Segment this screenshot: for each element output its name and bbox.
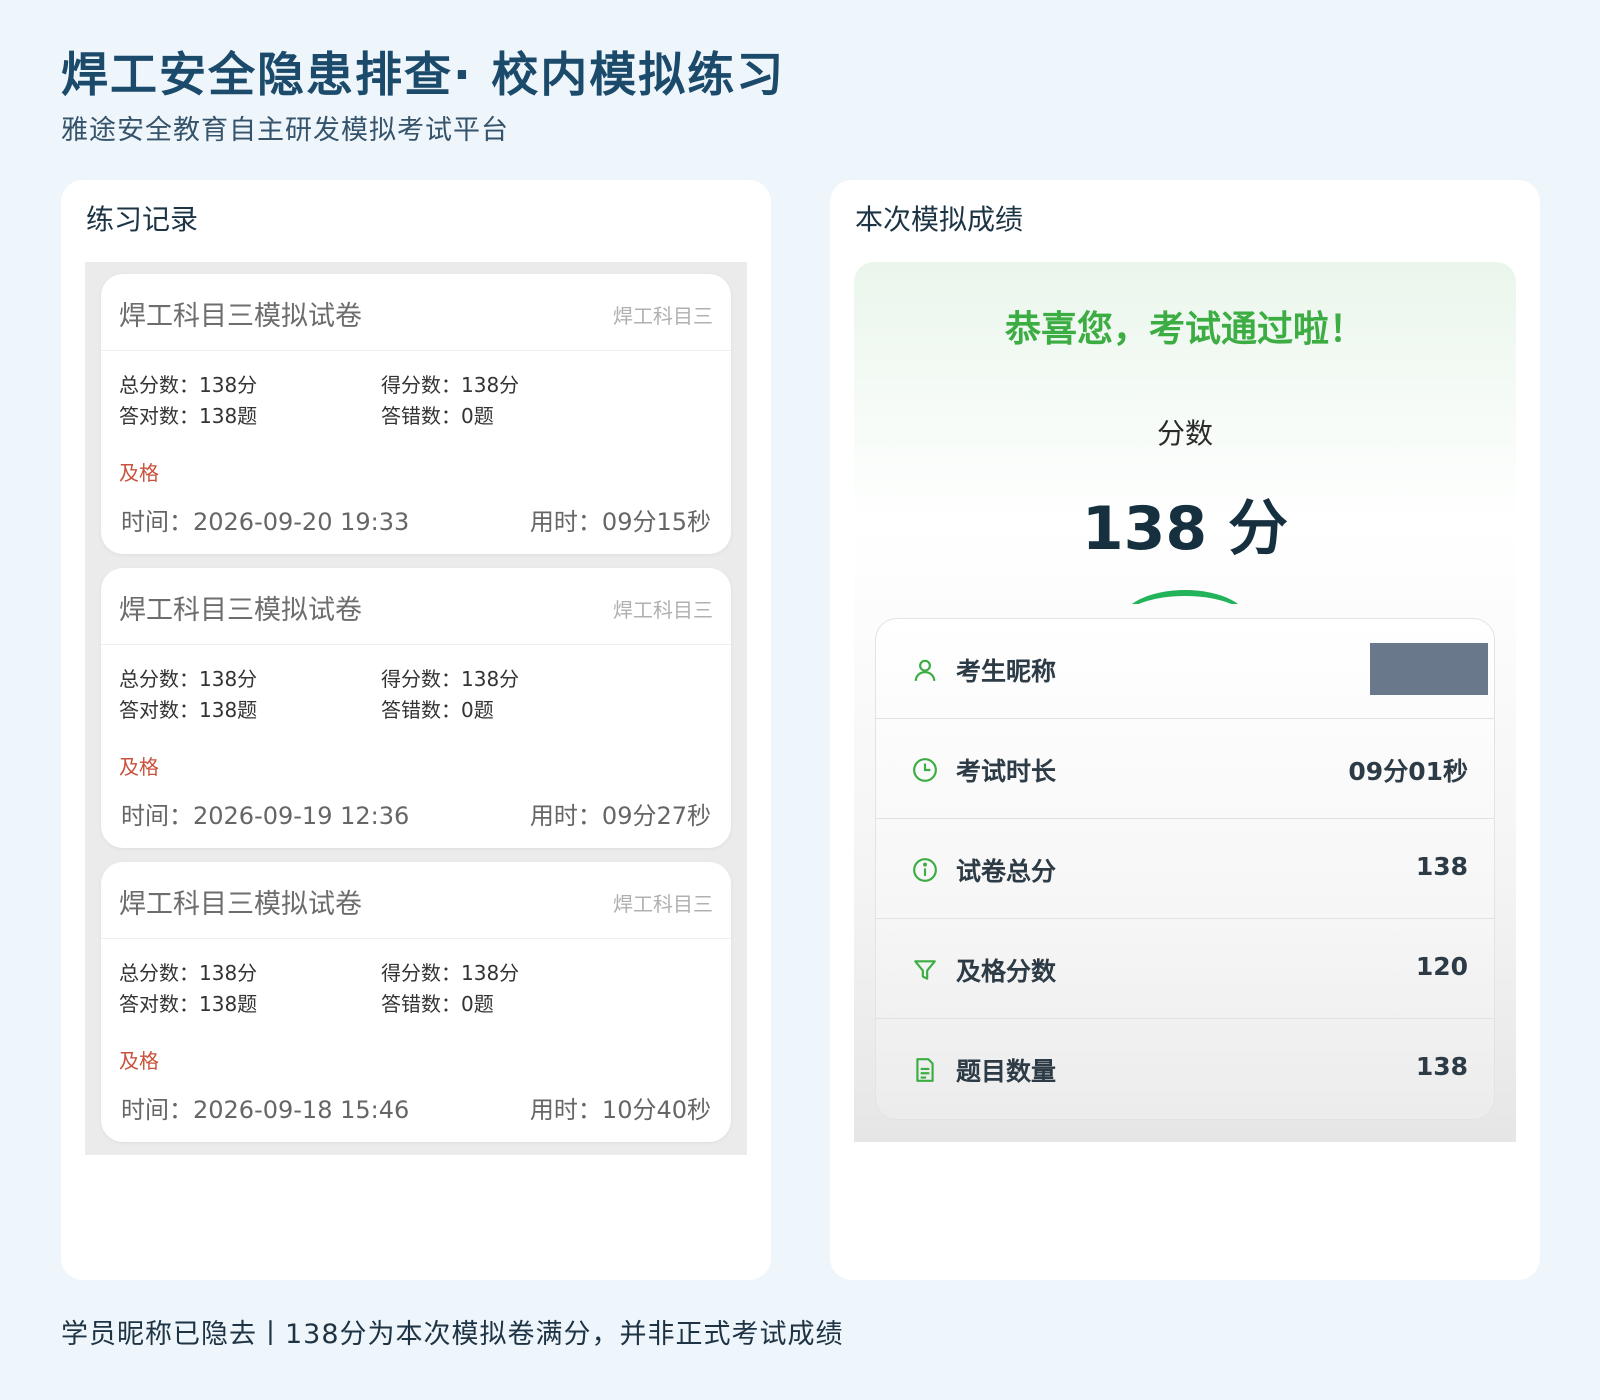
record-paper-title: 焊工科目三模拟试卷 bbox=[119, 301, 362, 332]
info-label: 考试时长 bbox=[956, 757, 1057, 786]
document-icon bbox=[916, 1058, 934, 1082]
record-card[interactable]: 焊工科目三模拟试卷 焊工科目三 总分数：138分 得分数：138分 答对数：13… bbox=[101, 274, 731, 554]
record-time: 时间：2026-09-18 15:46 bbox=[121, 1096, 410, 1124]
record-card-header: 焊工科目三模拟试卷 焊工科目三 bbox=[101, 862, 731, 939]
info-row-total-score: 试卷总分 138 bbox=[876, 819, 1494, 919]
page-title: 焊工安全隐患排查· 校内模拟练习 bbox=[61, 48, 786, 103]
result-screenshot: 恭喜您，考试通过啦！ 分数 138 分 考生昵称 考试时长 09分01秒 试卷总… bbox=[854, 262, 1516, 1142]
record-subject-tag: 焊工科目三 bbox=[613, 304, 713, 328]
info-value: 138 bbox=[1415, 1052, 1468, 1081]
record-obtained-score: 得分数：138分 bbox=[381, 373, 520, 397]
record-subject-tag: 焊工科目三 bbox=[613, 892, 713, 916]
record-duration: 用时：09分27秒 bbox=[529, 802, 711, 830]
result-panel-title: 本次模拟成绩 bbox=[855, 203, 1024, 236]
record-subject-tag: 焊工科目三 bbox=[613, 598, 713, 622]
record-status: 及格 bbox=[119, 461, 159, 485]
user-icon bbox=[914, 659, 936, 681]
info-value: 120 bbox=[1415, 952, 1468, 981]
footer-note: 学员昵称已隐去丨138分为本次模拟卷满分，并非正式考试成绩 bbox=[61, 1319, 844, 1350]
congrats-message: 恭喜您，考试通过啦！ bbox=[1004, 309, 1365, 350]
page-subtitle: 雅途安全教育自主研发模拟考试平台 bbox=[61, 115, 509, 146]
record-time: 时间：2026-09-19 12:36 bbox=[121, 802, 410, 830]
record-total-score: 总分数：138分 bbox=[119, 373, 258, 397]
record-card[interactable]: 焊工科目三模拟试卷 焊工科目三 总分数：138分 得分数：138分 答对数：13… bbox=[101, 862, 731, 1142]
info-icon bbox=[913, 858, 937, 882]
redacted-nickname bbox=[1370, 643, 1488, 695]
info-value: 138 bbox=[1415, 852, 1468, 881]
record-correct-count: 答对数：138题 bbox=[119, 404, 258, 428]
record-obtained-score: 得分数：138分 bbox=[381, 667, 520, 691]
score-arc-decoration bbox=[1120, 590, 1250, 604]
records-screenshot: 焊工科目三模拟试卷 焊工科目三 总分数：138分 得分数：138分 答对数：13… bbox=[85, 262, 747, 1155]
filter-icon bbox=[914, 960, 936, 980]
records-panel-title: 练习记录 bbox=[86, 203, 199, 236]
record-status: 及格 bbox=[119, 1049, 159, 1073]
result-panel: 本次模拟成绩 恭喜您，考试通过啦！ 分数 138 分 考生昵称 考试时长 09分… bbox=[830, 180, 1540, 1280]
record-duration: 用时：10分40秒 bbox=[529, 1096, 711, 1124]
info-row-duration: 考试时长 09分01秒 bbox=[876, 719, 1494, 819]
record-wrong-count: 答错数：0题 bbox=[381, 404, 494, 428]
record-correct-count: 答对数：138题 bbox=[119, 698, 258, 722]
record-paper-title: 焊工科目三模拟试卷 bbox=[119, 595, 362, 626]
info-label: 及格分数 bbox=[956, 957, 1057, 986]
record-card-header: 焊工科目三模拟试卷 焊工科目三 bbox=[101, 568, 731, 645]
record-correct-count: 答对数：138题 bbox=[119, 992, 258, 1016]
info-label: 题目数量 bbox=[956, 1057, 1057, 1086]
records-panel: 练习记录 焊工科目三模拟试卷 焊工科目三 总分数：138分 得分数：138分 答… bbox=[61, 180, 771, 1280]
record-card[interactable]: 焊工科目三模拟试卷 焊工科目三 总分数：138分 得分数：138分 答对数：13… bbox=[101, 568, 731, 848]
info-row-pass-score: 及格分数 120 bbox=[876, 919, 1494, 1019]
info-row-question-count: 题目数量 138 bbox=[876, 1019, 1494, 1119]
info-row-nickname: 考生昵称 bbox=[876, 619, 1494, 719]
record-duration: 用时：09分15秒 bbox=[529, 508, 711, 536]
record-time: 时间：2026-09-20 19:33 bbox=[121, 508, 410, 536]
record-wrong-count: 答错数：0题 bbox=[381, 698, 494, 722]
info-value: 09分01秒 bbox=[1348, 757, 1468, 786]
record-paper-title: 焊工科目三模拟试卷 bbox=[119, 889, 362, 920]
clock-icon bbox=[913, 758, 937, 782]
info-label: 试卷总分 bbox=[956, 857, 1057, 886]
score-label: 分数 bbox=[1156, 417, 1213, 450]
record-total-score: 总分数：138分 bbox=[119, 667, 258, 691]
record-card-header: 焊工科目三模拟试卷 焊工科目三 bbox=[101, 274, 731, 351]
record-status: 及格 bbox=[119, 755, 159, 779]
record-obtained-score: 得分数：138分 bbox=[381, 961, 520, 985]
exam-info-card: 考生昵称 考试时长 09分01秒 试卷总分 138 及格分数 120 题目数量 … bbox=[875, 618, 1495, 1120]
info-label: 考生昵称 bbox=[956, 657, 1057, 686]
record-wrong-count: 答错数：0题 bbox=[381, 992, 494, 1016]
score-value: 138 分 bbox=[1081, 494, 1289, 564]
record-total-score: 总分数：138分 bbox=[119, 961, 258, 985]
